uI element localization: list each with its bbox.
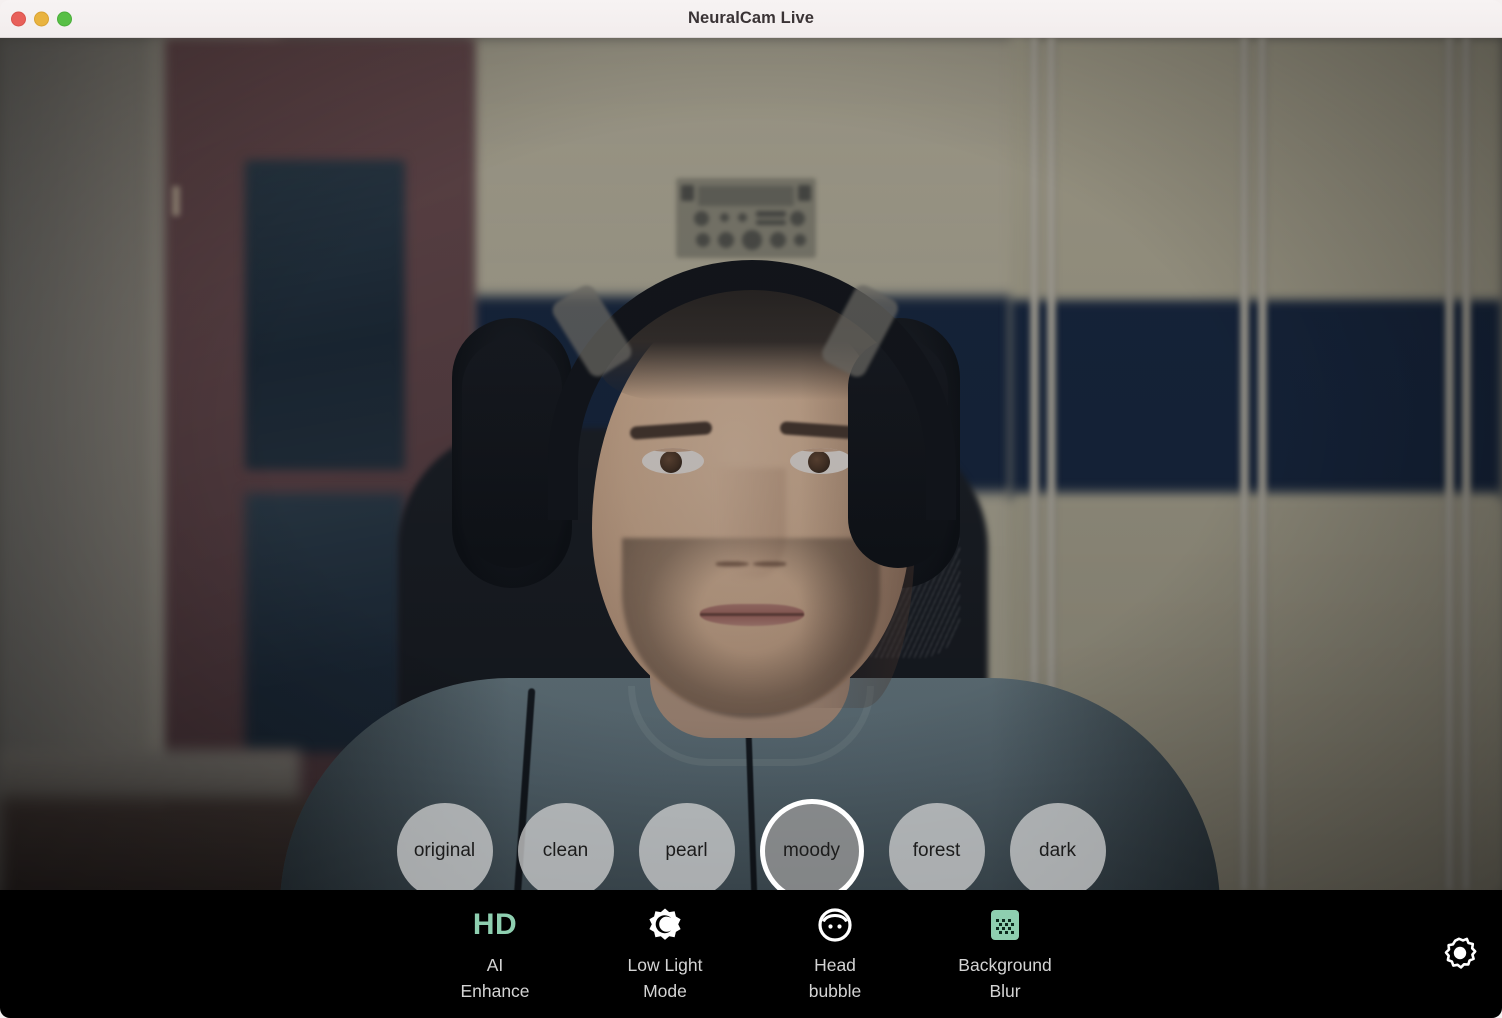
tool-label-line2: Blur xyxy=(989,981,1021,1001)
toolbar-items: HD AI Enhance Low Light Mode Head bubble… xyxy=(420,890,1080,1018)
filter-label: forest xyxy=(912,839,961,861)
tool-label-line1: Low Light xyxy=(627,955,703,975)
filter-bubble-moody[interactable]: moody xyxy=(759,798,864,890)
filter-bubble-row: original clean pearl moody forest dark xyxy=(0,798,1502,890)
subject-person xyxy=(0,38,1502,890)
tool-label-line2: Enhance xyxy=(460,981,530,1001)
maximize-button[interactable] xyxy=(57,11,72,26)
low-light-icon xyxy=(647,904,683,946)
filter-bubble-clean[interactable]: clean xyxy=(517,802,614,890)
tool-label-line1: AI xyxy=(486,955,504,975)
tool-head-bubble[interactable]: Head bubble xyxy=(760,904,910,1004)
minimize-button[interactable] xyxy=(34,11,49,26)
filter-label: clean xyxy=(542,839,589,861)
mouth-line xyxy=(700,613,804,616)
tool-label-line2: Mode xyxy=(643,981,687,1001)
headphone-pad-left xyxy=(462,338,562,568)
filter-label: dark xyxy=(1039,839,1076,861)
app-window: NeuralCam Live original clean pearl mood… xyxy=(0,0,1502,1018)
tool-background-blur[interactable]: Background Blur xyxy=(930,904,1080,1004)
background-blur-icon xyxy=(988,904,1022,946)
filter-label: original xyxy=(413,839,476,861)
hd-icon: HD xyxy=(473,904,517,946)
video-preview[interactable]: original clean pearl moody forest dark xyxy=(0,38,1502,890)
filter-bubble-original[interactable]: original xyxy=(396,802,493,890)
window-title: NeuralCam Live xyxy=(687,9,815,27)
webcam-scene xyxy=(0,38,1502,890)
tool-label-line1: Head xyxy=(814,955,856,975)
filter-label: moody xyxy=(782,839,841,861)
bottom-toolbar: HD AI Enhance Low Light Mode Head bubble… xyxy=(0,890,1502,1018)
head-bubble-icon xyxy=(817,904,853,946)
tool-label-line2: bubble xyxy=(808,981,862,1001)
titlebar: NeuralCam Live xyxy=(0,0,1502,38)
settings-button[interactable] xyxy=(1436,931,1482,977)
headphone-headband xyxy=(548,260,956,520)
tool-label-line1: Background xyxy=(958,955,1052,975)
tool-low-light-mode[interactable]: Low Light Mode xyxy=(590,904,740,1004)
filter-bubble-pearl[interactable]: pearl xyxy=(638,802,735,890)
hd-icon-text: HD xyxy=(472,908,518,941)
filter-bubble-forest[interactable]: forest xyxy=(888,802,985,890)
close-button[interactable] xyxy=(11,11,26,26)
gear-icon xyxy=(1444,937,1477,969)
filter-bubble-dark[interactable]: dark xyxy=(1009,802,1106,890)
filter-label: pearl xyxy=(665,839,708,861)
tool-ai-enhance[interactable]: HD AI Enhance xyxy=(420,904,570,1004)
window-controls xyxy=(11,11,72,26)
